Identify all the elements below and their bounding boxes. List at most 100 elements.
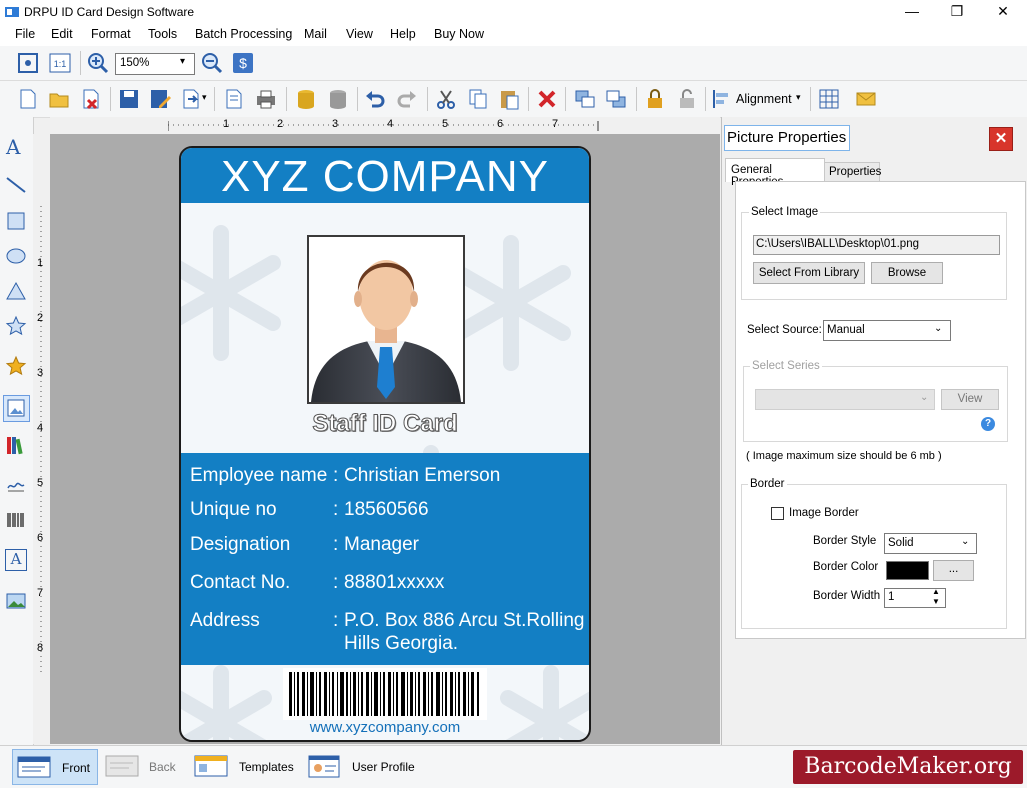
fit-to-window-icon[interactable] xyxy=(17,52,39,74)
export-icon[interactable] xyxy=(180,88,202,110)
bring-forward-icon[interactable] xyxy=(574,88,596,110)
menu-format[interactable]: Format xyxy=(91,27,131,41)
border-width-label: Border Width xyxy=(813,590,881,602)
border-color-picker-button[interactable]: ... xyxy=(933,560,974,581)
image-tool-icon[interactable] xyxy=(5,590,27,612)
database-settings-icon[interactable] xyxy=(327,88,349,110)
database-icon[interactable] xyxy=(295,88,317,110)
templates-button[interactable]: Templates xyxy=(188,749,298,783)
line-tool-icon[interactable] xyxy=(5,174,27,196)
border-color-swatch[interactable] xyxy=(886,561,929,580)
image-border-checkbox[interactable] xyxy=(771,507,784,520)
border-width-stepper[interactable]: 1 ▲ ▼ xyxy=(884,587,946,608)
cut-icon[interactable] xyxy=(435,88,457,110)
barcode-tool-icon[interactable] xyxy=(5,509,27,531)
user-profile-icon xyxy=(308,755,340,778)
rectangle-tool-icon[interactable] xyxy=(5,210,27,232)
maximize-button[interactable]: ❐ xyxy=(934,0,980,24)
save-as-icon[interactable] xyxy=(149,88,171,110)
select-source-dropdown[interactable]: Manual ⌄ xyxy=(823,320,951,341)
word-art-icon[interactable]: A xyxy=(5,549,27,571)
delete-icon[interactable] xyxy=(536,88,558,110)
paste-icon[interactable] xyxy=(498,88,520,110)
minimize-button[interactable]: — xyxy=(889,0,935,24)
select-source-label: Select Source: xyxy=(747,324,822,336)
undo-icon[interactable] xyxy=(364,88,386,110)
toolbar-separator xyxy=(110,87,111,111)
spin-down-icon[interactable]: ▼ xyxy=(932,597,940,606)
mail-icon[interactable] xyxy=(855,88,877,110)
print-icon[interactable] xyxy=(255,88,277,110)
zoom-out-icon[interactable] xyxy=(201,52,223,74)
address-label: Address xyxy=(190,610,260,631)
menu-view[interactable]: View xyxy=(346,27,373,41)
lock-icon[interactable] xyxy=(644,88,666,110)
signature-tool-icon[interactable] xyxy=(5,472,27,494)
help-icon[interactable]: ? xyxy=(981,417,995,431)
text-tool-icon[interactable]: A xyxy=(6,135,20,159)
zoom-select[interactable]: 150% ▾ xyxy=(115,53,195,75)
barcode[interactable] xyxy=(283,668,487,720)
colon-separator: : xyxy=(333,572,339,593)
menu-mail[interactable]: Mail xyxy=(304,27,327,41)
ruler-tick-label: 6 xyxy=(37,532,44,544)
menu-edit[interactable]: Edit xyxy=(51,27,73,41)
unlock-icon[interactable] xyxy=(676,88,698,110)
menu-file[interactable]: File xyxy=(15,27,35,41)
alignment-dropdown[interactable]: Alignment xyxy=(736,92,792,106)
close-window-button[interactable]: ✕ xyxy=(980,0,1026,24)
templates-label: Templates xyxy=(239,760,294,774)
zoom-value: 150% xyxy=(120,57,150,69)
view-button[interactable]: View xyxy=(941,389,999,410)
dollar-icon[interactable]: $ xyxy=(232,52,254,74)
tab-properties[interactable]: Properties xyxy=(824,162,882,182)
open-folder-icon[interactable] xyxy=(48,88,70,110)
ellipse-tool-icon[interactable] xyxy=(5,245,27,267)
select-series-dropdown[interactable]: ⌄ xyxy=(755,389,935,410)
library-books-icon[interactable] xyxy=(5,434,27,456)
redo-icon[interactable] xyxy=(396,88,418,110)
image-path-field[interactable]: C:\Users\IBALL\Desktop\01.png xyxy=(753,235,1000,255)
employee-info-band: Employee name : Christian Emerson Unique… xyxy=(181,453,589,665)
select-from-library-button[interactable]: Select From Library xyxy=(753,262,865,284)
zoom-in-icon[interactable] xyxy=(87,52,109,74)
border-style-dropdown[interactable]: Solid ⌄ xyxy=(884,533,977,554)
menu-help[interactable]: Help xyxy=(390,27,416,41)
close-file-icon[interactable] xyxy=(80,88,102,110)
alignment-icon[interactable] xyxy=(711,88,733,110)
barcodemaker-watermark: BarcodeMaker.org xyxy=(793,750,1023,784)
spin-up-icon[interactable]: ▲ xyxy=(932,587,940,596)
print-preview-icon[interactable] xyxy=(223,88,245,110)
shapes-library-icon[interactable] xyxy=(5,355,27,377)
front-button[interactable]: Front xyxy=(12,749,98,785)
user-profile-button[interactable]: User Profile xyxy=(302,749,422,783)
menu-buy-now[interactable]: Buy Now xyxy=(434,27,484,41)
back-button[interactable]: Back xyxy=(101,749,185,783)
save-icon[interactable] xyxy=(118,88,140,110)
copy-icon[interactable] xyxy=(467,88,489,110)
actual-size-icon[interactable]: 1:1 xyxy=(49,52,71,74)
company-name: XYZ COMPANY xyxy=(181,148,589,203)
image-path-value: C:\Users\IBALL\Desktop\01.png xyxy=(756,238,919,250)
send-backward-icon[interactable] xyxy=(605,88,627,110)
close-panel-button[interactable]: ✕ xyxy=(989,127,1013,151)
back-side-icon xyxy=(105,755,139,777)
grid-icon[interactable] xyxy=(818,88,840,110)
picture-tool-button[interactable] xyxy=(3,395,30,422)
horizontal-ruler: 1 2 3 4 5 6 7 xyxy=(50,117,720,134)
triangle-tool-icon[interactable] xyxy=(5,280,27,302)
browse-button[interactable]: Browse xyxy=(871,262,943,284)
employee-photo[interactable] xyxy=(307,235,465,404)
border-legend: Border xyxy=(748,478,787,490)
star-tool-icon[interactable] xyxy=(5,315,27,337)
tab-general-properties[interactable]: General Properties xyxy=(725,158,825,188)
select-image-legend: Select Image xyxy=(749,206,821,218)
chevron-down-icon[interactable]: ▾ xyxy=(202,92,207,103)
menu-tools[interactable]: Tools xyxy=(148,27,177,41)
chevron-down-icon[interactable]: ▾ xyxy=(796,92,801,103)
tab-label: Properties xyxy=(829,166,882,178)
menu-batch-processing[interactable]: Batch Processing xyxy=(195,27,292,41)
new-file-icon[interactable] xyxy=(17,88,39,110)
colon-separator: : xyxy=(333,465,339,486)
id-card[interactable]: XYZ COMPANY Staff ID Card Employee name … xyxy=(179,146,591,742)
